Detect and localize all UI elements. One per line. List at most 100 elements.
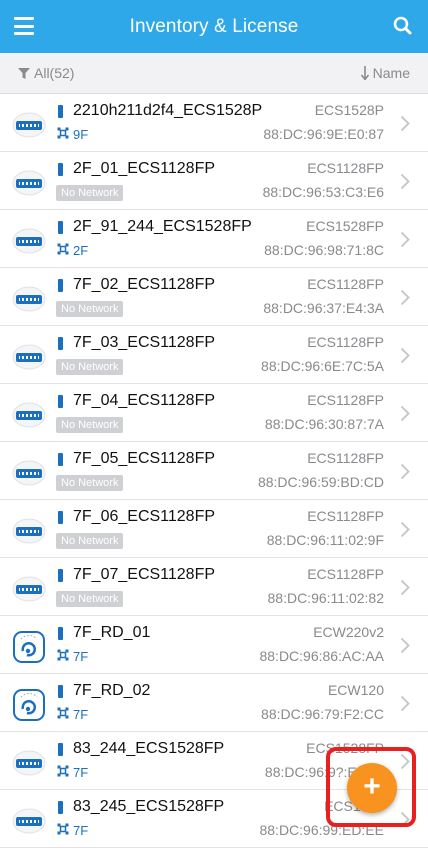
device-marker [58,105,63,118]
device-mac: 88:DC:96:99:ED:EE [259,822,384,838]
device-marker [58,221,63,234]
device-mac: 88:DC:96:79:F2:CC [261,706,384,722]
network-icon [57,243,69,258]
device-mac: 88:DC:96:6E:7C:5A [261,358,384,374]
filter-button[interactable]: All(52) [18,65,74,81]
device-model: ECW120 [327,682,384,698]
access-point-icon [12,688,46,721]
network-icon [57,765,69,780]
no-network-badge: No Network [56,359,124,375]
device-model: ECS1528P [314,102,384,118]
location-text: 7F [73,823,89,838]
plus-icon: + [363,770,381,803]
device-marker [58,743,63,756]
filter-bar: All(52) Name [0,53,428,94]
device-name: 7F_02_ECS1128FP [73,276,216,293]
sort-label: Name [372,65,410,81]
device-model: ECS1128FP [307,334,384,350]
device-row[interactable]: 2F_91_244_ECS1528FP 2F ECS1528FP 88:DC:96:9… [0,210,428,268]
app-header: Inventory & License [0,0,428,53]
device-name: 2F_01_ECS1128FP [73,160,216,177]
device-mac: 88:DC:96:53:C3:E6 [262,184,384,200]
device-mac: 88:DC:96:9E:E0:87 [263,126,384,142]
device-mac: 88:DC:96:86:AC:AA [259,648,384,664]
chevron-right-icon [400,637,410,654]
device-name: 7F_03_ECS1128FP [73,334,216,351]
device-name: 2F_91_244_ECS1528FP [73,218,252,235]
add-device-button[interactable]: + [347,763,397,813]
network-icon [57,127,69,142]
chevron-right-icon [400,289,410,306]
network-icon [57,823,69,838]
device-model: ECS1128FP [307,160,384,176]
device-row[interactable]: 7F_07_ECS1128FP No Network ECS1128FP 88:DC:… [0,558,428,616]
switch-icon [12,108,46,138]
chevron-right-icon [400,115,410,132]
location-text: 7F [73,765,89,780]
location-label: 7F [57,707,88,722]
switch-icon [12,166,46,196]
chevron-right-icon [400,231,410,248]
device-row[interactable]: 2F_01_ECS1128FP No Network ECS1128FP 88:DC:… [0,152,428,210]
device-row[interactable]: 7F_02_ECS1128FP No Network ECS1128FP 88:DC:… [0,268,428,326]
device-mac: 88:DC:96:59:BD:CD [257,474,384,490]
device-name: 83_245_ECS1528FP [73,798,225,815]
device-marker [58,569,63,582]
device-row[interactable]: 7F_RD_01 7F ECW220v2 88:DC:96:86:AC:AA [0,616,428,674]
device-name: 7F_04_ECS1128FP [73,392,216,409]
device-name: 7F_07_ECS1128FP [73,566,216,583]
device-row[interactable]: 7F_RD_02 7F ECW120 88:DC:96:79:F2:CC [0,674,428,732]
chevron-right-icon [400,405,410,422]
device-name: 83_244_ECS1528FP [73,740,225,757]
device-mac: 88:DC:96:30:87:7A [264,416,384,432]
location-label: 7F [57,823,88,838]
device-marker [58,453,63,466]
device-marker [58,511,63,524]
device-model: ECW220v2 [313,624,384,640]
device-marker [58,801,63,814]
network-icon [57,707,69,722]
switch-icon [12,282,46,312]
page-title: Inventory & License [129,15,299,37]
location-text: 2F [73,243,89,258]
switch-icon [12,456,46,486]
device-row[interactable]: 7F_06_ECS1128FP No Network ECS1128FP 88:DC:… [0,500,428,558]
network-icon [57,649,69,664]
sort-button[interactable]: Name [360,65,410,81]
filter-label: All(52) [34,65,75,81]
location-label: 7F [57,649,88,664]
device-row[interactable]: 2210h211d2f4_ECS1528P 9F ECS1528P 88:DC:96:… [0,94,428,152]
switch-icon [12,340,46,370]
device-mac: 88:DC:96:98:71:8C [264,242,384,258]
sort-down-icon [360,66,369,80]
device-model: ECS1128FP [307,566,384,582]
no-network-badge: No Network [56,475,124,491]
device-mac: 88:DC:96:11:02:82 [267,590,385,606]
device-row[interactable]: 7F_05_ECS1128FP No Network ECS1128FP 88:DC:… [0,442,428,500]
location-label: 2F [57,243,88,258]
access-point-icon [12,630,46,663]
chevron-right-icon [400,811,410,828]
device-marker [58,627,63,640]
location-text: 7F [73,649,89,664]
device-mac: 88:DC:96:37:E4:3A [263,300,384,316]
no-network-badge: No Network [56,417,124,433]
device-marker [58,395,63,408]
device-marker [58,163,63,176]
device-row[interactable]: 7F_04_ECS1128FP No Network ECS1128FP 88:DC:… [0,384,428,442]
no-network-badge: No Network [56,591,124,607]
filter-icon [18,67,30,79]
no-network-badge: No Network [56,185,124,201]
switch-icon [12,398,46,428]
chevron-right-icon [400,695,410,712]
search-icon[interactable] [392,15,414,37]
menu-icon[interactable] [14,17,34,35]
chevron-right-icon [400,347,410,364]
device-marker [58,279,63,292]
switch-icon [12,804,46,834]
device-name: 7F_RD_01 [73,624,151,641]
device-name: 7F_RD_02 [73,682,151,699]
device-row[interactable]: 7F_03_ECS1128FP No Network ECS1128FP 88:DC:… [0,326,428,384]
device-name: 7F_06_ECS1128FP [73,508,216,525]
device-marker [58,337,63,350]
